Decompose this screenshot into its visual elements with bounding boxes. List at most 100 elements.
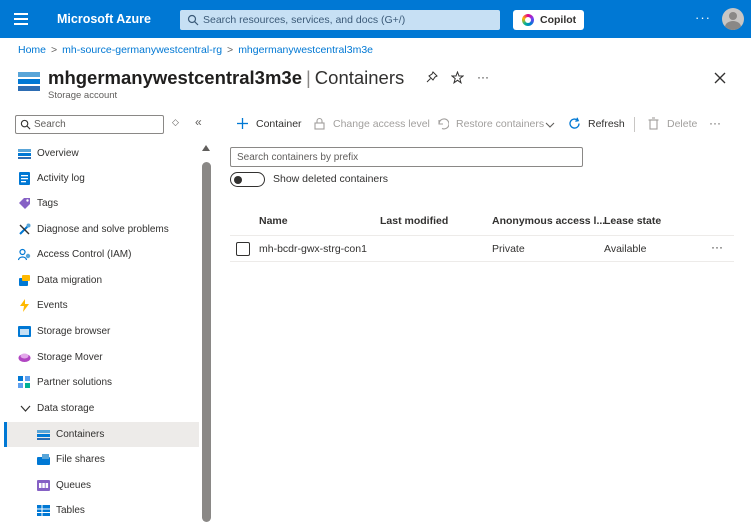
tables-icon <box>37 505 50 516</box>
migration-icon <box>19 275 30 286</box>
column-header-anonymous-access[interactable]: Anonymous access l... <box>492 215 605 227</box>
sidebar-item-overview[interactable]: Overview <box>4 141 199 166</box>
sidebar-search-input[interactable]: Search <box>15 115 164 134</box>
page-subtitle: Storage account <box>48 90 118 101</box>
sidebar-item-storage-browser[interactable]: Storage browser <box>4 319 199 344</box>
copilot-icon <box>522 14 534 26</box>
sidebar-item-label: Data migration <box>37 275 103 286</box>
top-bar: Microsoft Azure Search resources, servic… <box>0 0 751 38</box>
wrench-icon <box>19 223 31 235</box>
breadcrumb-home[interactable]: Home <box>18 44 46 56</box>
refresh-label: Refresh <box>588 118 625 130</box>
restore-containers-label: Restore containers <box>456 118 545 130</box>
copilot-button[interactable]: Copilot <box>513 10 584 30</box>
column-header-lease-state[interactable]: Lease state <box>604 215 661 227</box>
sidebar-item-label: Containers <box>56 429 105 440</box>
sidebar-item-data-migration[interactable]: Data migration <box>4 268 199 293</box>
resource-name: mhgermanywestcentral3m3e <box>48 67 302 88</box>
container-prefix-search-placeholder: Search containers by prefix <box>237 152 359 163</box>
tag-icon <box>19 198 30 209</box>
sidebar-item-label: Data storage <box>37 403 95 414</box>
section-name: Containers <box>314 67 405 88</box>
sidebar-item-label: Partner solutions <box>37 377 113 388</box>
lightning-icon <box>20 299 29 312</box>
row-more-button[interactable]: ··· <box>711 240 723 254</box>
page-title: mhgermanywestcentral3m3e | Containers <box>48 67 404 89</box>
sidebar-item-label: Overview <box>37 148 79 159</box>
sidebar-item-tags[interactable]: Tags <box>4 191 199 216</box>
sidebar-item-storage-mover[interactable]: Storage Mover <box>4 345 199 370</box>
cell-lease-state: Available <box>604 243 647 255</box>
avatar[interactable] <box>722 8 744 30</box>
show-deleted-label: Show deleted containers <box>273 173 388 185</box>
sidebar-item-containers[interactable]: Containers <box>4 422 199 447</box>
sidebar-scroll-up-arrow[interactable] <box>202 145 210 151</box>
sidebar-group-data-storage[interactable]: Data storage <box>4 396 199 421</box>
sidebar-item-label: Storage Mover <box>37 352 103 363</box>
star-icon[interactable] <box>451 71 464 84</box>
storage-browser-icon <box>18 326 31 337</box>
row-checkbox[interactable] <box>236 242 250 256</box>
add-container-label: Container <box>256 118 302 130</box>
sidebar-scrollbar[interactable] <box>202 162 211 522</box>
delete-button[interactable]: Delete <box>647 116 702 134</box>
sidebar-item-partner-solutions[interactable]: Partner solutions <box>4 370 199 395</box>
close-icon[interactable] <box>714 72 726 84</box>
breadcrumb-separator: > <box>51 44 58 56</box>
brand-title[interactable]: Microsoft Azure <box>57 12 151 26</box>
change-access-level-button[interactable]: Change access level <box>313 116 430 134</box>
pin-icon[interactable] <box>426 71 438 83</box>
sidebar-item-diagnose[interactable]: Diagnose and solve problems <box>4 217 199 242</box>
change-access-level-label: Change access level <box>333 118 430 130</box>
sidebar-item-label: Tables <box>56 505 85 516</box>
sidebar-item-file-shares[interactable]: File shares <box>4 447 199 472</box>
file-shares-icon <box>37 454 50 465</box>
undo-icon <box>438 118 449 130</box>
command-more-button[interactable]: ··· <box>709 116 721 130</box>
sidebar-item-events[interactable]: Events <box>4 293 199 318</box>
sidebar-item-label: Activity log <box>37 173 85 184</box>
overview-icon <box>18 149 31 159</box>
containers-icon <box>37 430 50 440</box>
title-more-button[interactable]: ··· <box>477 70 489 84</box>
refresh-icon <box>569 117 580 129</box>
chevron-down-icon <box>545 122 555 128</box>
toggle-knob <box>234 175 242 184</box>
people-icon <box>18 248 31 261</box>
global-search-input[interactable]: Search resources, services, and docs (G+… <box>180 10 500 30</box>
queues-icon <box>37 480 50 491</box>
search-icon <box>20 119 31 130</box>
lock-icon <box>314 117 325 130</box>
breadcrumb-storage-account[interactable]: mhgermanywestcentral3m3e <box>238 44 373 56</box>
table-row[interactable]: mh-bcdr-gwx-strg-con1 Private Available … <box>230 236 734 262</box>
title-separator: | <box>305 67 311 88</box>
partner-icon <box>18 376 30 388</box>
top-more-button[interactable]: ··· <box>695 10 711 25</box>
refresh-button[interactable]: Refresh <box>568 116 628 134</box>
show-deleted-toggle[interactable] <box>230 172 265 187</box>
sidebar-item-label: Access Control (IAM) <box>37 249 132 260</box>
container-prefix-search-input[interactable]: Search containers by prefix <box>230 147 583 167</box>
breadcrumb-separator: > <box>227 44 234 56</box>
menu-icon[interactable] <box>14 13 28 25</box>
plus-icon <box>237 118 248 129</box>
sidebar-item-activity-log[interactable]: Activity log <box>4 166 199 191</box>
collapse-sidebar-icon[interactable]: « <box>195 115 202 129</box>
breadcrumb-resource-group[interactable]: mh-source-germanywestcentral-rg <box>62 44 222 56</box>
sidebar-item-label: Queues <box>56 480 92 491</box>
sidebar-filter-icon[interactable]: ◇ <box>172 117 179 128</box>
sidebar-item-iam[interactable]: Access Control (IAM) <box>4 242 199 267</box>
cell-access: Private <box>492 243 525 255</box>
restore-containers-button[interactable]: Restore containers <box>436 116 558 134</box>
chevron-down-icon <box>20 405 31 412</box>
global-search-placeholder: Search resources, services, and docs (G+… <box>203 14 406 26</box>
sidebar-item-queues[interactable]: Queues <box>4 473 199 498</box>
sidebar-item-label: Diagnose and solve problems <box>37 224 169 235</box>
column-header-last-modified[interactable]: Last modified <box>380 215 448 227</box>
storage-mover-icon <box>18 353 31 362</box>
sidebar-item-label: File shares <box>56 454 105 465</box>
add-container-button[interactable]: Container <box>236 116 306 134</box>
sidebar-item-tables[interactable]: Tables <box>4 498 199 522</box>
cell-name[interactable]: mh-bcdr-gwx-strg-con1 <box>259 243 367 255</box>
column-header-name[interactable]: Name <box>259 215 288 227</box>
